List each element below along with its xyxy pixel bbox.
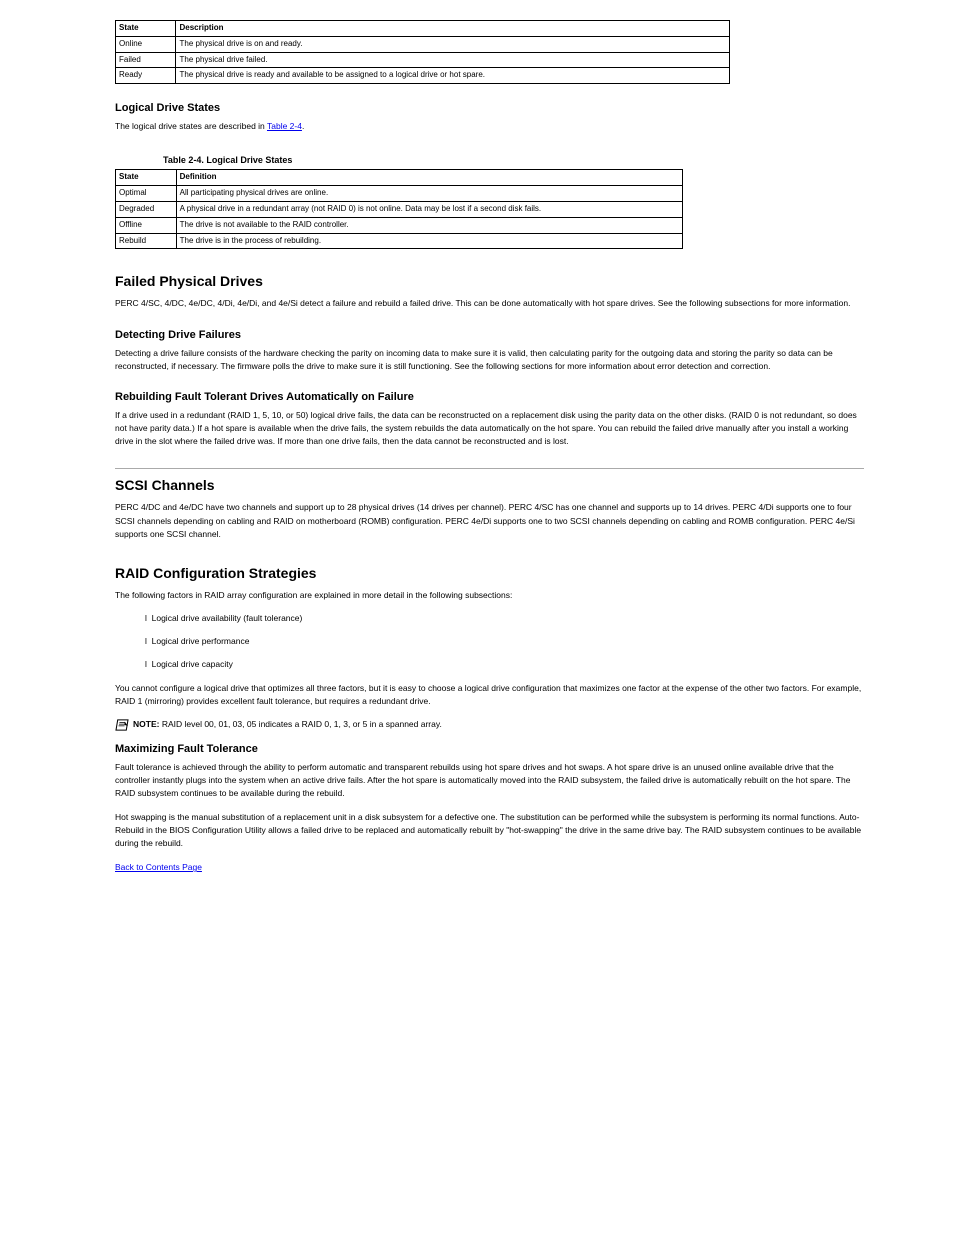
col-def-header: Definition [176, 170, 682, 186]
table-row: Offline The drive is not available to th… [116, 217, 683, 233]
note: NOTE: RAID level 00, 01, 03, 05 indicate… [115, 718, 864, 731]
cell-def: A physical drive in a redundant array (n… [176, 201, 682, 217]
intro-text-b: . [302, 121, 304, 131]
table-row: Optimal All participating physical drive… [116, 186, 683, 202]
heading-maximizing-fault-tolerance: Maximizing Fault Tolerance [115, 743, 864, 755]
note-text: NOTE: RAID level 00, 01, 03, 05 indicate… [133, 718, 442, 731]
cell-state: Rebuild [116, 233, 177, 249]
strategies-bullet-1: l Logical drive availability (fault tole… [145, 612, 864, 625]
table-row: State Definition [116, 170, 683, 186]
cell-def: All participating physical drives are on… [176, 186, 682, 202]
table-row: Rebuild The drive is in the process of r… [116, 233, 683, 249]
strategies-bullet-2-text: Logical drive performance [152, 636, 250, 646]
cell-state: Optimal [116, 186, 177, 202]
heading-raid-config-strategies: RAID Configuration Strategies [115, 565, 864, 581]
cell-def: The drive is not available to the RAID c… [176, 217, 682, 233]
physical-drive-states-table: State Description Online The physical dr… [115, 20, 730, 84]
logical-drive-states-intro: The logical drive states are described i… [115, 120, 864, 133]
cell-desc: The physical drive is ready and availabl… [176, 68, 730, 84]
cell-desc: The physical drive is on and ready. [176, 36, 730, 52]
note-body: RAID level 00, 01, 03, 05 indicates a RA… [162, 719, 442, 729]
section-divider [115, 468, 864, 469]
table-row: Ready The physical drive is ready and av… [116, 68, 730, 84]
cell-def: The drive is in the process of rebuildin… [176, 233, 682, 249]
auto-body: If a drive used in a redundant (RAID 1, … [115, 409, 864, 449]
col-desc-header: Description [176, 21, 730, 37]
strategies-p1: The following factors in RAID array conf… [115, 589, 864, 602]
heading-failed-physical-drives: Failed Physical Drives [115, 273, 864, 289]
col-state-header: State [116, 170, 177, 186]
intro-text-a: The logical drive states are described i… [115, 121, 267, 131]
detect-body: Detecting a drive failure consists of th… [115, 347, 864, 373]
cell-desc: The physical drive failed. [176, 52, 730, 68]
strategies-p2: You cannot configure a logical drive tha… [115, 682, 864, 708]
table-2-4-link[interactable]: Table 2-4 [267, 121, 302, 131]
cell-state: Degraded [116, 201, 177, 217]
heading-logical-drive-states: Logical Drive States [115, 102, 864, 114]
col-state-header: State [116, 21, 176, 37]
strategies-bullet-1-text: Logical drive availability (fault tolera… [152, 613, 303, 623]
strategies-bullet-2: l Logical drive performance [145, 635, 864, 648]
note-label: NOTE: [133, 719, 162, 729]
table-row: Degraded A physical drive in a redundant… [116, 201, 683, 217]
cell-state: Failed [116, 52, 176, 68]
cell-state: Online [116, 36, 176, 52]
table-row: Failed The physical drive failed. [116, 52, 730, 68]
cell-state: Offline [116, 217, 177, 233]
table-row: State Description [116, 21, 730, 37]
heading-scsi-channels: SCSI Channels [115, 477, 864, 493]
back-to-contents-link[interactable]: Back to Contents Page [115, 862, 202, 872]
failed-intro: PERC 4/SC, 4/DC, 4e/DC, 4/Di, 4e/Di, and… [115, 297, 864, 310]
channels-body: PERC 4/DC and 4e/DC have two channels an… [115, 501, 864, 541]
heading-detecting-drive-failures: Detecting Drive Failures [115, 329, 864, 341]
logical-drive-states-table: State Definition Optimal All participati… [115, 169, 683, 249]
note-icon [115, 719, 129, 731]
table-row: Online The physical drive is on and read… [116, 36, 730, 52]
strategies-bullet-3-text: Logical drive capacity [152, 659, 233, 669]
heading-rebuilding-automatically: Rebuilding Fault Tolerant Drives Automat… [115, 391, 864, 403]
cell-state: Ready [116, 68, 176, 84]
table-2-4-caption: Table 2-4. Logical Drive States [163, 155, 864, 165]
maxft-hotswap: Hot swapping is the manual substitution … [115, 811, 864, 851]
strategies-bullet-3: l Logical drive capacity [145, 658, 864, 671]
maxft-body: Fault tolerance is achieved through the … [115, 761, 864, 801]
